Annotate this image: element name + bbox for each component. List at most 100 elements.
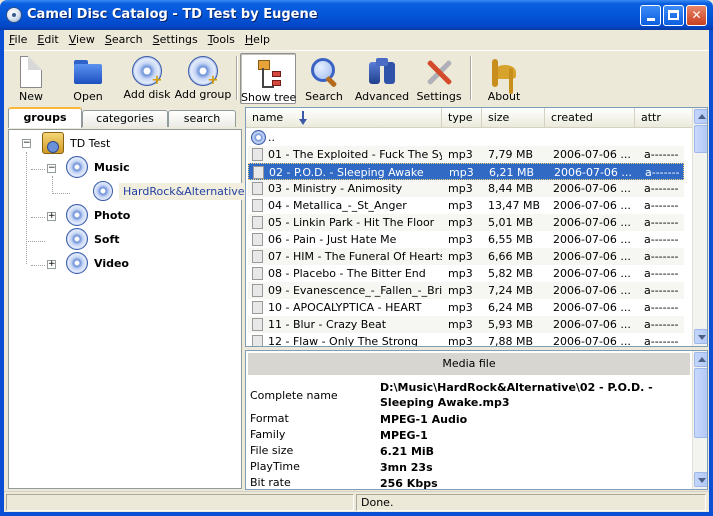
column-name[interactable]: name [246,108,442,128]
new-button-label: New [19,90,43,103]
parent-folder-label: .. [268,131,275,144]
magnifier-icon [308,56,340,88]
tree-node-photo[interactable]: Photo [66,204,130,226]
file-icon [252,250,263,263]
file-attr: a------- [644,182,679,195]
collapse-toggle-root[interactable]: − [22,139,31,148]
maximize-button[interactable] [663,5,684,26]
tree-node-soft[interactable]: Soft [66,228,120,250]
scroll-thumb[interactable] [694,125,707,153]
tab-search[interactable]: search [168,110,236,127]
tree-node-music-label: Music [94,160,130,174]
tree-node-music[interactable]: Music [66,156,130,178]
file-list-scrollbar[interactable] [692,108,707,346]
file-row[interactable]: 02 - P.O.D. - Sleeping Awake mp3 6,21 MB 20… [248,163,684,180]
toolbar-separator [236,56,238,100]
menu-file[interactable]: File [4,30,32,49]
file-created: 2006-07-06 ... [553,199,631,212]
tab-categories[interactable]: categories [82,110,168,127]
scroll-down-button[interactable] [694,329,707,344]
scroll-thumb[interactable] [694,368,707,438]
file-name: 01 - The Exploited - Fuck The System [268,148,442,161]
app-disc-icon[interactable] [6,7,22,23]
file-row[interactable]: 07 - HIM - The Funeral Of Hearts mp3 6,66 … [248,248,684,265]
file-list[interactable]: name type size created attr .. 01 - The … [245,107,708,347]
file-type: mp3 [448,284,473,297]
tree-node-hardrock[interactable]: HardRock&Alternative [93,181,249,201]
tree-node-box [272,71,281,77]
file-icon [252,301,263,314]
file-row[interactable]: 05 - Linkin Park - Hit The Floor mp3 5,01 … [248,214,684,231]
menu-tools[interactable]: Tools [203,30,240,49]
file-name: 08 - Placebo - The Bitter End [268,267,426,280]
menu-file-label: ile [14,33,28,46]
file-size: 5,93 MB [488,318,534,331]
close-button[interactable]: ✕ [686,5,707,26]
tab-groups[interactable]: groups [8,107,82,128]
advanced-button[interactable]: Advanced [354,53,410,104]
tree-node-root-label: TD Test [70,136,111,150]
show-tree-button[interactable]: Show tree [240,53,296,104]
file-row[interactable]: 08 - Placebo - The Bitter End mp3 5,82 MB 2… [248,265,684,282]
title-bar[interactable]: Camel Disc Catalog - TD Test by Eugene ✕ [0,0,713,30]
minimize-button[interactable] [640,5,661,26]
column-size[interactable]: size [482,108,545,128]
file-created: 2006-07-06 ... [553,318,631,331]
menu-edit[interactable]: Edit [32,30,63,49]
open-button[interactable]: Open [67,53,109,104]
search-button[interactable]: Search [302,53,346,104]
file-row[interactable]: 01 - The Exploited - Fuck The System mp3 7… [248,146,684,163]
menu-view[interactable]: View [64,30,100,49]
file-size: 6,66 MB [488,250,534,263]
file-row[interactable]: 09 - Evanescence_-_Fallen_-_Bring Me To … [248,282,684,299]
new-button[interactable]: New [10,53,52,104]
tree-connector [31,217,45,218]
add-group-button[interactable]: + Add group [174,53,232,104]
expand-toggle-photo[interactable]: + [47,212,56,221]
scroll-down-button[interactable] [694,472,707,487]
file-icon [252,182,263,195]
about-button-label: About [487,90,521,103]
menu-search[interactable]: Search [100,30,148,49]
group-tree[interactable]: − TD Test − Music HardRock&Alternative +… [8,129,249,489]
file-row[interactable]: 06 - Pain - Just Hate Me mp3 6,55 MB 2006-0… [248,231,684,248]
column-created[interactable]: created [545,108,635,128]
scroll-up-button[interactable] [694,109,707,124]
file-name: 05 - Linkin Park - Hit The Floor [268,216,435,229]
info-key: Bit rate [250,476,291,489]
file-name: 11 - Blur - Crazy Beat [268,318,387,331]
info-row-complete-name: Complete name D:\Music\HardRock&Alternat… [250,380,690,412]
file-size: 13,47 MB [488,199,541,212]
tree-node-root[interactable]: TD Test [42,132,111,154]
parent-folder-row[interactable]: .. [248,129,684,146]
tree-node-video[interactable]: Video [66,252,129,274]
column-type[interactable]: type [442,108,482,128]
left-panel: groups categories search − TD Test − Mus… [4,107,249,490]
about-button[interactable]: About [482,53,526,104]
file-name: 12 - Flaw - Only The Strong [268,335,418,347]
file-row[interactable]: 10 - APOCALYPTICA - HEART mp3 6,24 MB 2006-… [248,299,684,316]
menu-help[interactable]: Help [240,30,275,49]
toolbar: New Open + Add disk + Add group Show tre… [4,50,709,105]
tree-connector [52,193,70,194]
scroll-up-button[interactable] [694,352,707,367]
tree-connector [31,265,45,266]
info-key: Family [250,428,286,441]
info-value: 6.21 MiB [380,445,435,458]
toolbar-separator [470,56,472,100]
menu-settings-label: ettings [159,33,198,46]
add-disk-button[interactable]: + Add disk [121,53,173,104]
group-disc-icon [66,252,88,274]
file-icon [252,284,263,297]
file-row[interactable]: 03 - Ministry - Animosity mp3 8,44 MB 2006-… [248,180,684,197]
binoculars-icon [366,56,398,88]
settings-button[interactable]: Settings [414,53,464,104]
expand-toggle-video[interactable]: + [47,260,56,269]
file-row[interactable]: 12 - Flaw - Only The Strong mp3 7,88 MB 200… [248,333,684,347]
file-row[interactable]: 11 - Blur - Crazy Beat mp3 5,93 MB 2006-07-… [248,316,684,333]
menu-settings[interactable]: Settings [148,30,203,49]
file-row[interactable]: 04 - Metallica_-_St_Anger mp3 13,47 MB 2006… [248,197,684,214]
info-scrollbar[interactable] [692,351,707,489]
column-attr[interactable]: attr [635,108,694,128]
collapse-toggle-music[interactable]: − [47,164,56,173]
